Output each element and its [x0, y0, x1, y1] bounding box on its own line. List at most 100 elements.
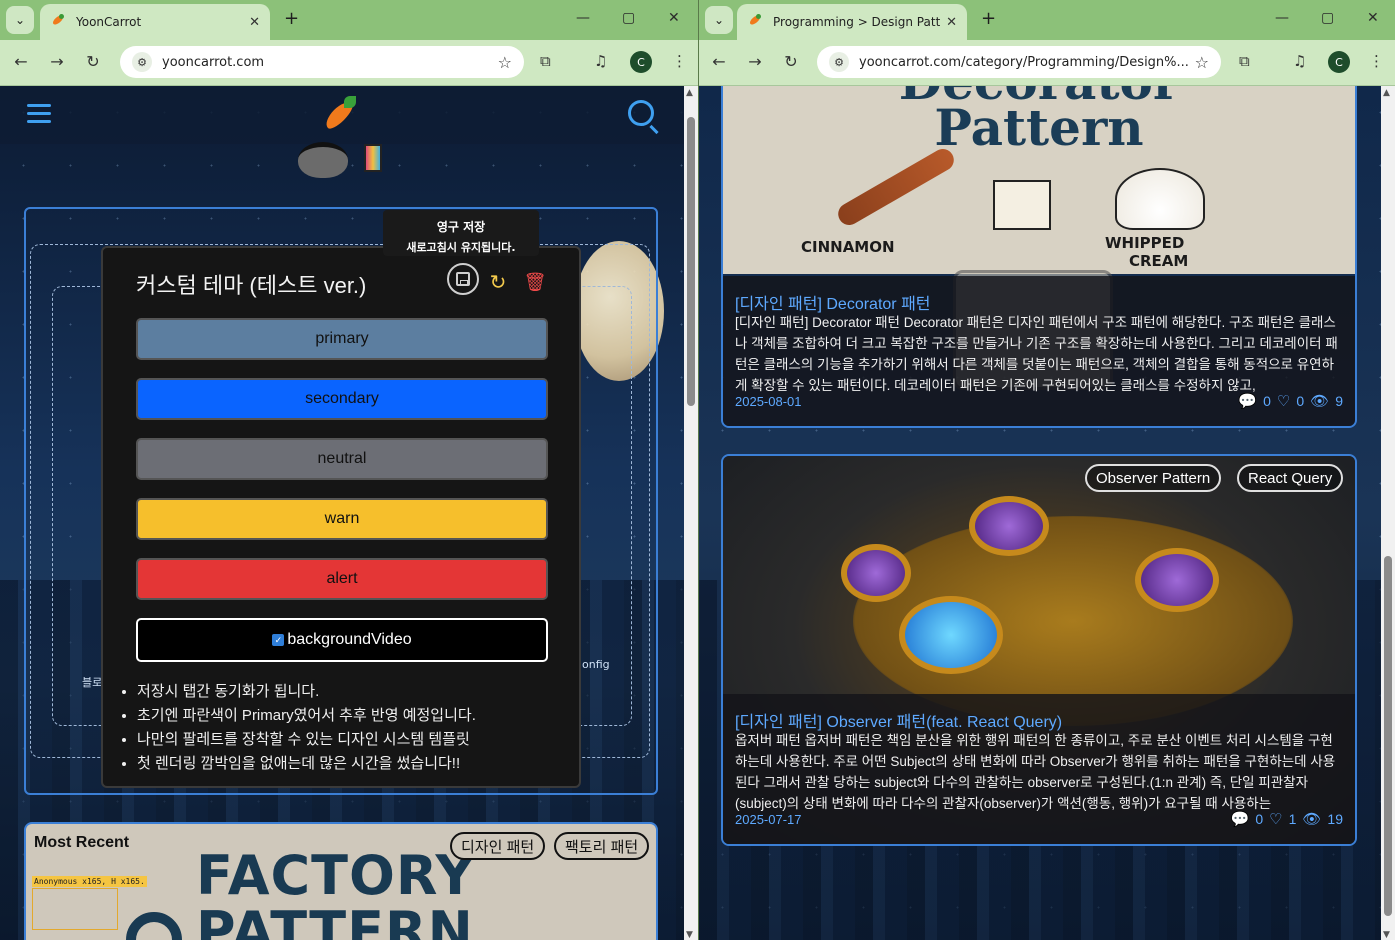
post-overlay: [디자인 패턴] Decorator 패턴 [디자인 패턴] Decorator…: [723, 276, 1355, 426]
post-excerpt: [디자인 패턴] Decorator 패턴 Decorator 패턴은 디자인 …: [735, 315, 1338, 393]
site-info-icon[interactable]: ⚙: [132, 52, 152, 72]
most-recent-card[interactable]: Most Recent FACTORY PATTERN Anonymous x16…: [24, 822, 658, 940]
bookmark-star-icon[interactable]: ☆: [498, 53, 512, 72]
profile-avatar[interactable]: C: [630, 51, 652, 73]
comment-icon: 💬: [1238, 393, 1258, 410]
tooltip-description: 새로고침시 유지됩니다.: [406, 241, 516, 254]
swatch-secondary[interactable]: secondary: [136, 378, 548, 420]
back-arrow-icon[interactable]: ←: [708, 52, 730, 71]
tag-chip[interactable]: React Query: [1237, 464, 1344, 492]
image-word: CINNAMON: [801, 238, 895, 256]
close-window-button[interactable]: ✕: [1367, 10, 1379, 26]
left-scrollbar[interactable]: ▲ ▼: [684, 86, 698, 940]
left-page-content: 블로 onfig 커스텀 테마 (테스트 ver.) ↻ 🗑 primary s…: [0, 86, 684, 940]
view-count: 9: [1335, 393, 1343, 409]
search-icon[interactable]: [628, 100, 654, 126]
scroll-down-arrow-icon[interactable]: ▼: [1383, 930, 1390, 940]
minimize-button[interactable]: —: [1275, 10, 1289, 26]
back-arrow-icon[interactable]: ←: [10, 52, 32, 71]
swatch-neutral[interactable]: neutral: [136, 438, 548, 480]
theme-notes-list: 저장시 탭간 동기화가 됩니다. 초기엔 파란색이 Primary였어서 추후 …: [137, 680, 567, 776]
more-menu-icon[interactable]: ⋮: [672, 52, 687, 70]
swatch-alert[interactable]: alert: [136, 558, 548, 600]
forward-arrow-icon[interactable]: →: [744, 52, 766, 71]
scroll-down-arrow-icon[interactable]: ▼: [686, 930, 693, 940]
media-controls-icon[interactable]: ♫: [1293, 52, 1306, 70]
close-window-button[interactable]: ✕: [668, 10, 680, 26]
maximize-button[interactable]: ▢: [1321, 10, 1334, 26]
eye-icon: 👁: [1310, 393, 1330, 410]
new-tab-button[interactable]: +: [981, 8, 996, 29]
trash-icon[interactable]: 🗑: [521, 268, 549, 296]
save-icon[interactable]: [447, 263, 479, 295]
scroll-thumb[interactable]: [687, 116, 695, 406]
more-menu-icon[interactable]: ⋮: [1369, 52, 1384, 70]
tab-close-icon[interactable]: ✕: [946, 15, 957, 30]
address-bar[interactable]: ⚙ yooncarrot.com ☆: [120, 46, 524, 78]
media-controls-icon[interactable]: ♫: [594, 52, 607, 70]
most-recent-label: Most Recent: [34, 834, 130, 851]
background-video-toggle[interactable]: ✓ backgroundVideo: [136, 618, 548, 662]
tab-title: YoonCarrot: [76, 15, 142, 29]
custom-theme-panel: 커스텀 테마 (테스트 ver.) ↻ 🗑 primary secondary …: [101, 246, 581, 788]
forward-arrow-icon[interactable]: →: [46, 52, 68, 71]
tag-chip[interactable]: 팩토리 패턴: [554, 832, 650, 860]
post-title[interactable]: [디자인 패턴] Observer 패턴(feat. React Query): [735, 708, 1062, 732]
heart-icon: ♡: [1269, 811, 1283, 828]
post-title[interactable]: [디자인 패턴] Decorator 패턴: [735, 290, 931, 314]
image-word: Pattern: [934, 98, 1144, 157]
extensions-icon[interactable]: ⧉: [540, 52, 551, 70]
scroll-up-arrow-icon[interactable]: ▲: [686, 88, 693, 98]
carrot-logo-icon[interactable]: [318, 94, 362, 136]
address-bar[interactable]: ⚙ yooncarrot.com/category/Programming/De…: [817, 46, 1221, 78]
heart-icon: ♡: [1276, 393, 1291, 410]
reload-icon[interactable]: ↻: [780, 52, 802, 71]
extensions-icon[interactable]: ⧉: [1239, 52, 1250, 70]
swatch-primary[interactable]: primary: [136, 318, 548, 360]
new-tab-button[interactable]: +: [284, 8, 299, 29]
tab-search-button[interactable]: ⌄: [6, 6, 34, 34]
tab-design-patterns[interactable]: Programming > Design Patter ✕: [737, 4, 967, 40]
minimize-button[interactable]: —: [576, 10, 590, 26]
tab-close-icon[interactable]: ✕: [249, 15, 260, 30]
hamburger-menu-icon[interactable]: [27, 104, 51, 123]
profile-avatar[interactable]: C: [1328, 51, 1350, 73]
note-item: 초기엔 파란색이 Primary였어서 추후 반영 예정입니다.: [137, 704, 567, 728]
post-card-observer[interactable]: Observer Pattern React Query [디자인 패턴] Ob…: [721, 454, 1357, 846]
carrot-favicon-icon: [747, 14, 763, 30]
view-count: 19: [1327, 811, 1343, 827]
swatch-warn[interactable]: warn: [136, 498, 548, 540]
background-video-label: backgroundVideo: [287, 631, 412, 648]
panel-title: 커스텀 테마 (테스트 ver.): [136, 273, 367, 298]
decorator-pattern-image: Decorator Pattern CINNAMON WHIPPED CREAM: [723, 86, 1355, 274]
checkbox-checked-icon[interactable]: ✓: [272, 634, 285, 646]
reload-icon[interactable]: ↻: [82, 52, 104, 71]
left-browser-window: ⌄ YoonCarrot ✕ + — ▢ ✕ ← → ↻ ⚙ yooncarro…: [0, 0, 698, 940]
browser-toolbar: ← → ↻ ⚙ yooncarrot.com ☆ ⧉ ♫ C ⋮: [0, 40, 698, 86]
scroll-thumb[interactable]: [1384, 556, 1392, 916]
eye-icon: 👁: [1302, 811, 1322, 828]
post-card-decorator[interactable]: Decorator Pattern CINNAMON WHIPPED CREAM…: [721, 86, 1357, 428]
site-info-icon[interactable]: ⚙: [829, 52, 849, 72]
bookmark-star-icon[interactable]: ☆: [1195, 53, 1209, 72]
pot-icon[interactable]: [298, 142, 348, 178]
right-page-content: Decorator Pattern CINNAMON WHIPPED CREAM…: [699, 86, 1381, 940]
tooltip-title: 영구 저장: [436, 220, 486, 234]
right-scrollbar[interactable]: ▲ ▼: [1381, 86, 1395, 940]
tag-chip[interactable]: 디자인 패턴: [450, 832, 546, 860]
image-word: WHIPPED: [1105, 234, 1185, 252]
debug-overlay-label: Anonymous x165, H x165.: [32, 876, 147, 887]
theme-brush-icon[interactable]: [364, 144, 382, 172]
tab-strip: ⌄ Programming > Design Patter ✕ + — ▢ ✕: [699, 0, 1395, 40]
swatch-secondary-label: secondary: [305, 390, 379, 407]
tab-search-button[interactable]: ⌄: [705, 6, 733, 34]
purple-orb-illustration: [969, 496, 1049, 556]
tab-yooncarrot[interactable]: YoonCarrot ✕: [40, 4, 270, 40]
reset-icon[interactable]: ↻: [484, 268, 512, 296]
tag-chip[interactable]: Observer Pattern: [1085, 464, 1222, 492]
maximize-button[interactable]: ▢: [622, 10, 635, 26]
swatch-alert-label: alert: [326, 570, 358, 587]
background-label-right: onfig: [582, 658, 610, 671]
sugar-cube-illustration: [993, 180, 1051, 230]
scroll-up-arrow-icon[interactable]: ▲: [1383, 88, 1390, 98]
